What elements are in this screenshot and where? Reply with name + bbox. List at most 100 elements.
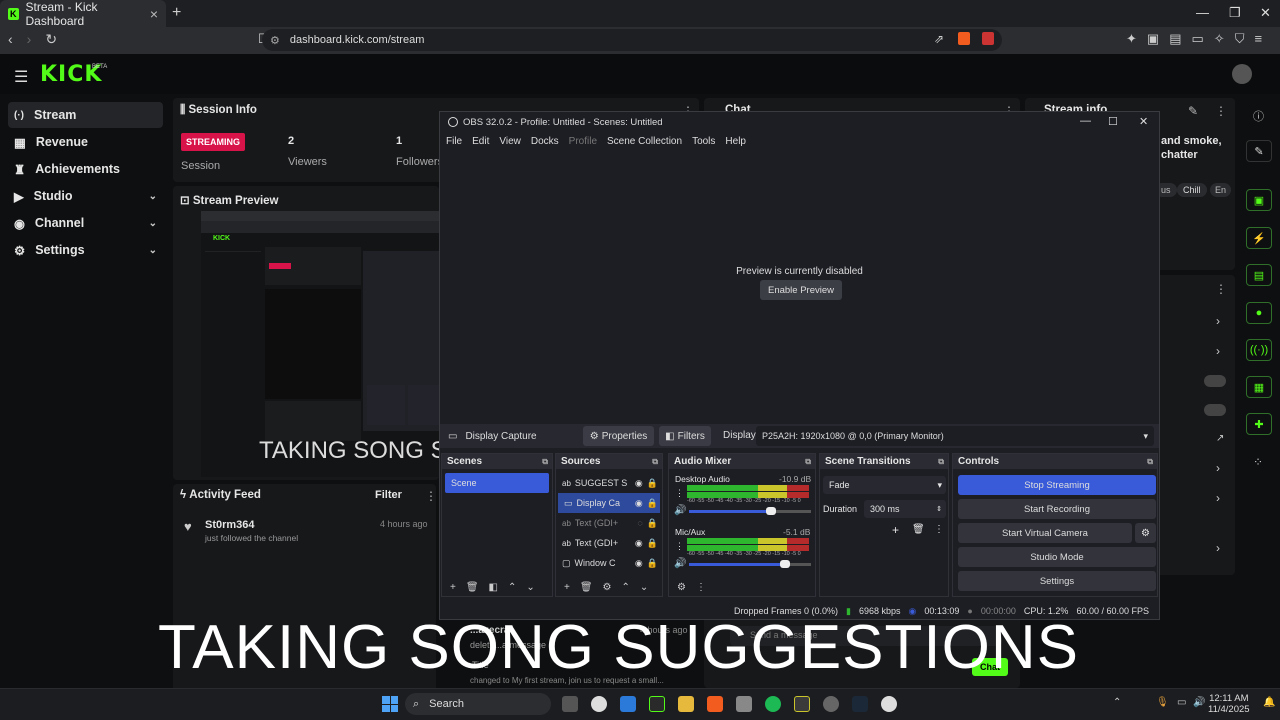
- shortcut-icon[interactable]: ▣: [1246, 189, 1272, 211]
- menu-view[interactable]: View: [499, 136, 521, 147]
- eye-icon[interactable]: ◉: [635, 478, 643, 489]
- gear-icon[interactable]: ⚙: [603, 582, 612, 593]
- volume-slider-track[interactable]: [771, 510, 811, 513]
- transition-select[interactable]: Fade ▾: [823, 476, 946, 494]
- obs-maximize-button[interactable]: ☐: [1108, 115, 1118, 128]
- tray-overflow-icon[interactable]: ⌃: [1113, 697, 1121, 708]
- menu-docks[interactable]: Docks: [531, 136, 559, 147]
- trash-icon[interactable]: 🗑: [912, 524, 925, 535]
- notifications-icon[interactable]: 🔔: [1263, 697, 1275, 708]
- chart-icon[interactable]: ↗: [1216, 433, 1224, 444]
- eye-hidden-icon[interactable]: ◌: [637, 518, 642, 528]
- sidebar-item-settings[interactable]: ⚙ Settings ⌄: [8, 237, 163, 263]
- broadcast-icon[interactable]: ((·)): [1246, 339, 1272, 361]
- add-icon[interactable]: +: [892, 523, 899, 537]
- site-info-icon[interactable]: ⚙: [270, 34, 280, 47]
- app-icon[interactable]: [620, 696, 636, 712]
- more-options-icon[interactable]: ⋮: [425, 489, 437, 503]
- forward-icon[interactable]: ›: [27, 31, 32, 48]
- microphone-icon[interactable]: 🎙: [1156, 697, 1169, 708]
- app-icon[interactable]: [649, 696, 665, 712]
- browser-tab[interactable]: K Stream - Kick Dashboard ×: [0, 0, 166, 28]
- wallet-icon[interactable]: ▭: [1192, 31, 1204, 47]
- source-item[interactable]: ab Text (GDI+ ◉ 🔒: [556, 533, 662, 553]
- volume-slider-handle[interactable]: [780, 560, 790, 568]
- more-options-icon[interactable]: ⋮: [1215, 282, 1227, 296]
- windows-start-icon[interactable]: [382, 696, 398, 712]
- add-icon[interactable]: +: [564, 582, 570, 593]
- lock-icon[interactable]: 🔒: [647, 558, 658, 569]
- undock-icon[interactable]: ⧉: [542, 457, 548, 467]
- studio-mode-button[interactable]: Studio Mode: [958, 547, 1156, 567]
- app-icon[interactable]: [794, 696, 810, 712]
- stop-streaming-button[interactable]: Stop Streaming: [958, 475, 1156, 495]
- more-options-icon[interactable]: ⋮: [934, 524, 944, 535]
- menu-help[interactable]: Help: [725, 136, 746, 147]
- undock-icon[interactable]: ⧉: [938, 457, 944, 467]
- undock-icon[interactable]: ⧉: [1147, 457, 1153, 467]
- note-icon[interactable]: ▤: [1246, 264, 1272, 286]
- enable-preview-button[interactable]: Enable Preview: [760, 280, 842, 300]
- filters-button[interactable]: ◧ Filters: [659, 426, 711, 446]
- vpn-icon[interactable]: ⛉: [1235, 31, 1245, 47]
- undock-icon[interactable]: ⧉: [805, 457, 811, 467]
- eye-icon[interactable]: ◉: [635, 558, 643, 569]
- obs-close-button[interactable]: ✕: [1139, 115, 1148, 128]
- toggle-switch[interactable]: [1204, 375, 1226, 387]
- move-down-icon[interactable]: ⌄: [640, 582, 648, 593]
- menu-tools[interactable]: Tools: [692, 136, 715, 147]
- properties-button[interactable]: ⚙ Properties: [583, 426, 654, 446]
- address-bar[interactable]: ⚙ dashboard.kick.com/stream: [262, 29, 1002, 51]
- start-recording-button[interactable]: Start Recording: [958, 499, 1156, 519]
- task-view-icon[interactable]: [562, 696, 578, 712]
- extension-icon[interactable]: ✦: [1126, 31, 1137, 47]
- move-down-icon[interactable]: ⌄: [526, 582, 534, 593]
- source-item[interactable]: ab Text (GDI+ ◌ 🔒: [556, 513, 662, 533]
- toggle-switch[interactable]: [1204, 404, 1226, 416]
- close-window-button[interactable]: ✕: [1260, 5, 1271, 21]
- back-icon[interactable]: ‹: [8, 31, 13, 48]
- source-item[interactable]: ▢ Window C ◉ 🔒: [556, 553, 662, 573]
- duration-spinbox[interactable]: 300 ms ⇕: [864, 500, 946, 518]
- brave-rewards-icon[interactable]: [982, 32, 994, 45]
- trash-icon[interactable]: 🗑: [580, 582, 593, 593]
- reload-icon[interactable]: ↻: [45, 31, 57, 48]
- chevron-right-icon[interactable]: ›: [1216, 344, 1220, 358]
- volume-slider-handle[interactable]: [766, 507, 776, 515]
- gallery-icon[interactable]: ▦: [1246, 376, 1272, 398]
- edit-icon[interactable]: ✎: [1246, 140, 1272, 162]
- menu-file[interactable]: File: [446, 136, 462, 147]
- sidebar-item-achievements[interactable]: ♜ Achievements: [8, 156, 163, 182]
- sidebar-item-channel[interactable]: ◉ Channel ⌄: [8, 210, 163, 236]
- start-virtual-camera-button[interactable]: Start Virtual Camera: [958, 523, 1132, 543]
- chevron-right-icon[interactable]: ›: [1216, 314, 1220, 328]
- scene-item[interactable]: Scene: [445, 473, 549, 493]
- chevron-right-icon[interactable]: ›: [1216, 541, 1220, 555]
- tag-chip[interactable]: Chill: [1177, 183, 1207, 197]
- menu-scene-collection[interactable]: Scene Collection: [607, 136, 682, 147]
- extension-icon[interactable]: ▣: [1147, 31, 1159, 47]
- brave-browser-icon[interactable]: [707, 696, 723, 712]
- settings-button[interactable]: Settings: [958, 571, 1156, 591]
- undock-icon[interactable]: ⧉: [652, 457, 658, 467]
- minimize-window-button[interactable]: —: [1196, 5, 1209, 20]
- speaker-icon[interactable]: 🔊: [674, 505, 686, 516]
- mail-icon[interactable]: [736, 696, 752, 712]
- spinner-icon[interactable]: ⇕: [936, 505, 942, 513]
- new-tab-button[interactable]: +: [172, 4, 181, 22]
- lock-icon[interactable]: 🔒: [647, 518, 658, 529]
- more-options-icon[interactable]: ⋮: [1215, 104, 1227, 118]
- tag-chip[interactable]: En: [1210, 183, 1232, 197]
- wrench-icon[interactable]: ✚: [1246, 413, 1272, 435]
- lock-icon[interactable]: 🔒: [647, 478, 658, 489]
- taskbar-search[interactable]: ⌕ Search: [405, 693, 551, 715]
- ai-icon[interactable]: ✧: [1214, 31, 1225, 47]
- trash-icon[interactable]: 🗑: [466, 582, 479, 593]
- apps-icon[interactable]: ⁘: [1253, 455, 1263, 469]
- lock-icon[interactable]: 🔒: [647, 538, 658, 549]
- eye-icon[interactable]: ◉: [635, 498, 643, 509]
- chat-bubble-icon[interactable]: ●: [1246, 302, 1272, 324]
- move-up-icon[interactable]: ⌃: [508, 582, 516, 593]
- file-explorer-icon[interactable]: [678, 696, 694, 712]
- lightning-icon[interactable]: ⚡: [1246, 227, 1272, 249]
